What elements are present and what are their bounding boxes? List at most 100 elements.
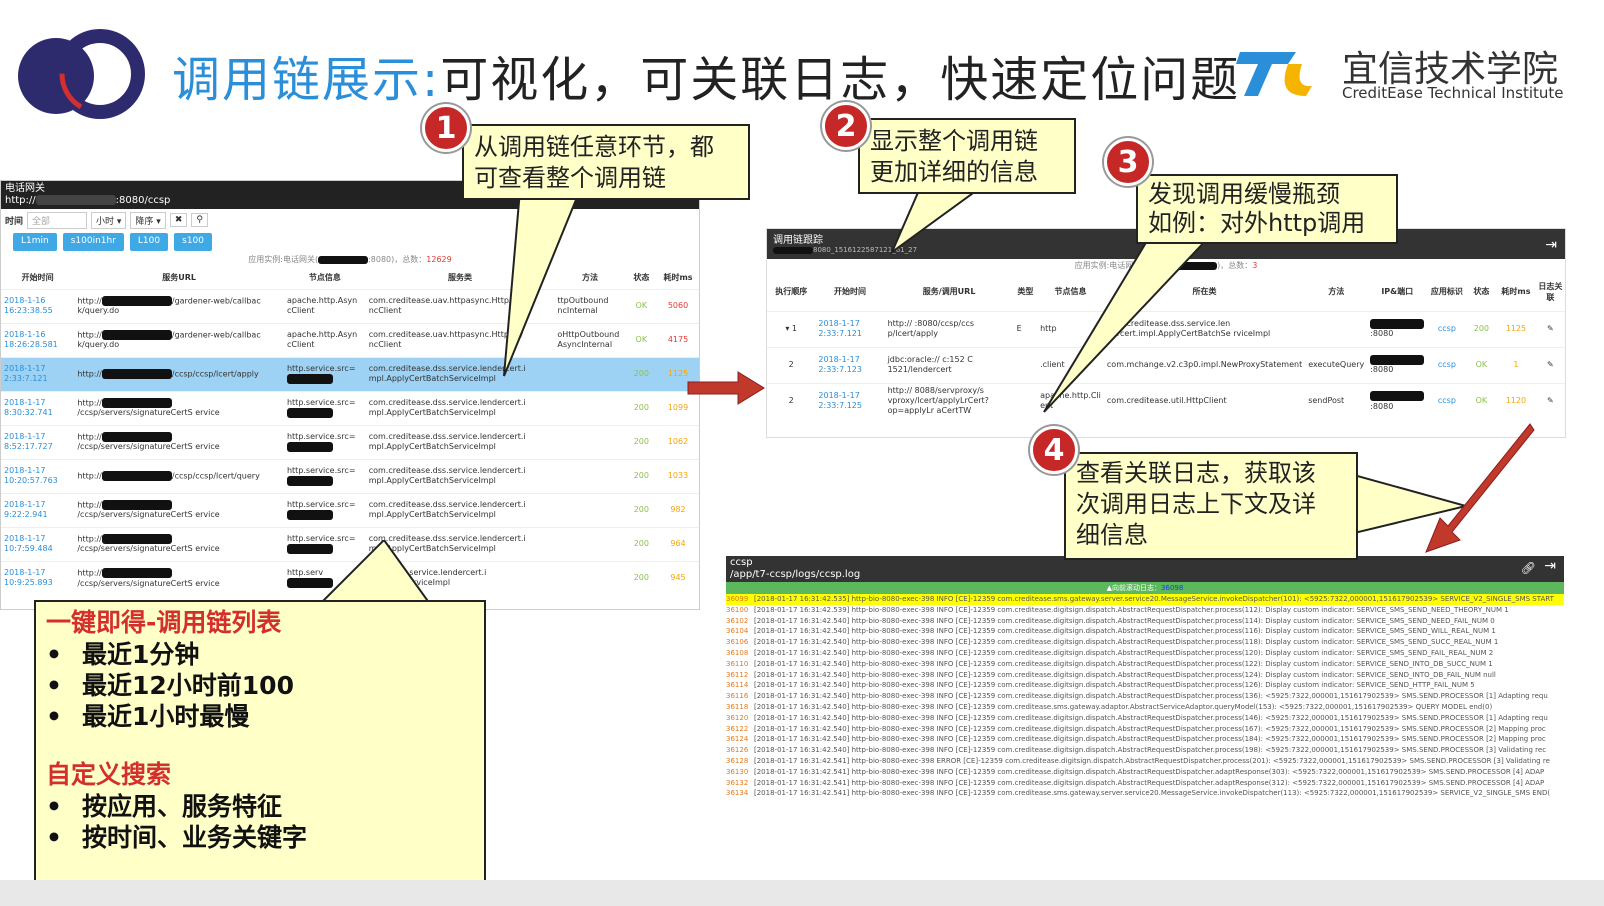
quick-button-s100in1hr[interactable]: s100in1hr — [62, 233, 124, 251]
log-path: /app/t7-ccsp/logs/ccsp.log — [730, 569, 861, 580]
ip-port: :8080 — [1367, 310, 1428, 347]
start-time: 2018-1-16 16:23:38.55 — [1, 288, 75, 323]
log-line: 36112 [2018-01-17 16:31:42.540] http-bio-… — [726, 670, 1564, 681]
node-info: http.service.src= — [283, 492, 366, 527]
log-text: [2018-01-17 16:31:42.540] http-bio-8080-… — [754, 702, 1493, 711]
footer-bar — [0, 880, 1604, 906]
time-input[interactable]: 全部 — [27, 211, 88, 229]
callout-3-pointer — [1043, 236, 1212, 413]
status: OK — [1466, 382, 1497, 419]
service-class: com.creditease.dss.service.lendercert.i … — [365, 424, 555, 459]
status: 200 — [625, 560, 658, 595]
service-url[interactable]: http:///ccsp/servers/signatureCertS ervi… — [74, 560, 284, 595]
log-link-icon[interactable]: ✎ — [1535, 310, 1565, 347]
unit-select[interactable]: 小时 ▾ — [91, 211, 127, 229]
start-time: 2018-1-17 10:7:59.484 — [1, 526, 75, 561]
method — [1305, 310, 1368, 347]
title-rest: 可视化，可关联日志，快速定位问题 — [440, 52, 1241, 108]
service-url[interactable]: http:///ccsp/servers/signatureCertS ervi… — [74, 492, 284, 527]
log-text: [2018-01-17 16:31:42.540] http-bio-8080-… — [754, 616, 1495, 625]
log-link-icon[interactable]: ✎ — [1535, 382, 1565, 419]
summary-box: 一键即得-调用链列表 最近1分钟 最近12小时前100 最近1小时最慢 自定义搜… — [34, 600, 486, 882]
service-url[interactable]: http:///ccsp/ccsp/lcert/apply — [74, 356, 284, 391]
app-id[interactable]: ccsp — [1427, 310, 1467, 347]
log-text: [2018-01-17 16:31:42.540] http-bio-8080-… — [754, 735, 1546, 744]
method: executeQuery — [1305, 346, 1368, 383]
log-lines: 36099 [2018-01-17 16:31:42.535] http-bio-… — [726, 594, 1564, 799]
type — [1013, 346, 1038, 383]
column-header: 节点信息 — [308, 273, 341, 283]
quick-button-s100[interactable]: s100 — [174, 233, 212, 251]
search-label: 时间 — [5, 216, 24, 227]
order-select[interactable]: 降序 ▾ — [130, 211, 166, 229]
status: 200 — [625, 492, 658, 527]
summary-item: 最近12小时前100 — [46, 670, 474, 701]
duration-ms: 982 — [657, 492, 699, 527]
log-text: [2018-01-17 16:31:42.540] http-bio-8080-… — [754, 713, 1548, 722]
table-row[interactable]: 2018-1-17 8:52:17.727 http:///ccsp/server… — [1, 424, 699, 459]
log-link-icon[interactable]: ✎ — [1535, 346, 1565, 383]
start-time: 2018-1-17 10:9:25.893 — [1, 560, 75, 595]
search-icon[interactable]: ⚲ — [191, 213, 208, 227]
log-line: 36100 [2018-01-17 16:31:42.539] http-bio-… — [726, 605, 1564, 616]
exec-order[interactable]: 2 — [767, 346, 816, 383]
exec-order[interactable]: 2 — [767, 382, 816, 419]
service-url[interactable]: http:///gardener-web/callbac k/query.do — [74, 322, 284, 357]
exec-order[interactable]: ▾ 1 — [767, 310, 816, 347]
duration-ms: 4175 — [657, 322, 699, 357]
link-icon[interactable]: 🔗︎ — [1521, 562, 1536, 574]
status: OK — [1466, 346, 1497, 383]
line-number: 36110 — [726, 659, 749, 668]
exit-icon[interactable]: ⇥ — [1545, 237, 1557, 253]
service-url[interactable]: http:///ccsp/servers/signatureCertS ervi… — [74, 390, 284, 425]
log-line: 36099 [2018-01-17 16:31:42.535] http-bio-… — [726, 594, 1564, 605]
line-number: 36132 — [726, 778, 749, 787]
method — [554, 560, 626, 595]
table-row[interactable]: 2018-1-17 8:30:32.741 http:///ccsp/server… — [1, 390, 699, 425]
quick-button-l1min[interactable]: L1min — [13, 233, 57, 251]
right-arrow-icon — [687, 371, 765, 405]
log-line: 36130 [2018-01-17 16:31:42.541] http-bio-… — [726, 767, 1564, 778]
duration-ms: 5060 — [657, 288, 699, 323]
callout-1-pointer — [503, 190, 582, 377]
table-row[interactable]: 2018-1-17 9:22:2.941 http:///ccsp/servers… — [1, 492, 699, 527]
service-url[interactable]: http:///gardener-web/callbac k/query.do — [74, 288, 284, 323]
log-line: 36104 [2018-01-17 16:31:42.540] http-bio-… — [726, 626, 1564, 637]
column-header: 服务URL — [162, 273, 197, 283]
service-url[interactable]: http:///ccsp/ccsp/lcert/query — [74, 458, 284, 493]
table-row[interactable]: 2018-1-17 10:20:57.763 http:///ccsp/ccsp/… — [1, 458, 699, 493]
summary-heading-2: 自定义搜索 — [46, 760, 172, 789]
column-header: 状态 — [633, 273, 650, 283]
app-id[interactable]: ccsp — [1427, 382, 1467, 419]
status: 200 — [625, 458, 658, 493]
app-id[interactable]: ccsp — [1427, 346, 1467, 383]
scroll-back-bar[interactable]: ▲向前滚动日志：36098 — [726, 582, 1564, 594]
clear-icon[interactable]: ✖ — [169, 213, 188, 227]
log-line: 36106 [2018-01-17 16:31:42.540] http-bio-… — [726, 637, 1564, 648]
summary-item: 按时间、业务关键字 — [46, 822, 474, 853]
summary-pointer — [318, 540, 432, 604]
log-line: 36122 [2018-01-17 16:31:42.540] http-bio-… — [726, 724, 1564, 735]
down-left-arrow-icon — [1425, 423, 1535, 553]
ip-port: :8080 — [1367, 382, 1428, 419]
exit-icon[interactable]: ⇥ — [1544, 559, 1556, 573]
status: 200 — [625, 424, 658, 459]
line-number: 36118 — [726, 702, 749, 711]
quick-button-l100[interactable]: L100 — [129, 233, 169, 251]
log-text: [2018-01-17 16:31:42.540] http-bio-8080-… — [754, 681, 1475, 690]
service-url[interactable]: http:///ccsp/servers/signatureCertS ervi… — [74, 424, 284, 459]
start-time: 2018-1-17 2:33:7.121 — [1, 356, 75, 391]
log-line: 36118 [2018-01-17 16:31:42.540] http-bio-… — [726, 702, 1564, 713]
column-header: 开始时间 — [833, 287, 866, 297]
line-number: 36120 — [726, 713, 749, 722]
column-header: 开始时间 — [21, 273, 54, 283]
log-line: 36128 [2018-01-17 16:31:42.541] http-bio-… — [726, 756, 1564, 767]
page-title: 调用链展示:可视化，可关联日志，快速定位问题 — [172, 40, 1240, 110]
line-number: 36099 — [726, 595, 749, 603]
step-badge-1: 1 — [422, 104, 470, 152]
log-line: 36134 [2018-01-17 16:31:42.541] http-bio-… — [726, 788, 1564, 799]
service-url[interactable]: http:///ccsp/servers/signatureCertS ervi… — [74, 526, 284, 561]
log-line: 36126 [2018-01-17 16:31:42.540] http-bio-… — [726, 745, 1564, 756]
line-number: 36112 — [726, 670, 749, 679]
status: OK — [625, 322, 658, 357]
